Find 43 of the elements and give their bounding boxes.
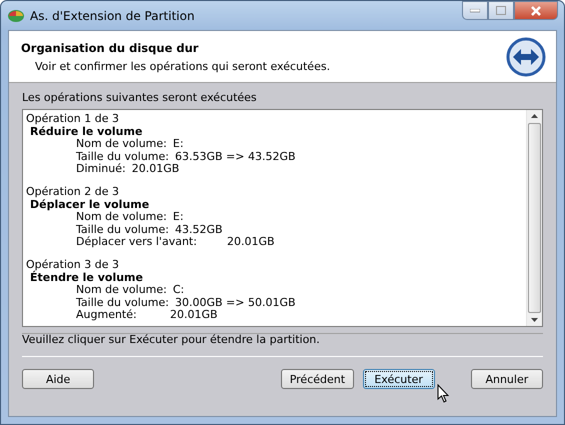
- detail-label: Nom de volume:: [76, 138, 167, 151]
- detail-value: 63.53GB => 43.52GB: [174, 150, 296, 164]
- header-subtitle: Voir et confirmer les opérations qui seront exécutées.: [34, 60, 332, 72]
- operation-title: Réduire le volume: [29, 126, 144, 138]
- detail-label: Déplacer vers l'avant:: [76, 236, 198, 249]
- scrollbar[interactable]: [526, 110, 542, 326]
- detail-label: Nom de volume:: [76, 211, 167, 224]
- operation-title: Étendre le volume: [29, 272, 144, 284]
- detail-value: E:: [172, 138, 184, 151]
- close-button[interactable]: [514, 1, 558, 20]
- detail-value: 20.01GB: [227, 236, 275, 249]
- disk-icon: [7, 8, 25, 24]
- operation-counter: Opération 1 de 3: [26, 113, 120, 126]
- dialog-button[interactable]: Exécuter: [362, 369, 435, 389]
- list-label: Les opérations suivantes seront exécutées: [22, 91, 258, 104]
- detail-value: E:: [172, 211, 184, 224]
- detail-label: Taille du volume:: [76, 296, 169, 309]
- detail-value: 20.01GB: [132, 163, 180, 176]
- close-icon: [530, 6, 542, 16]
- dialog-button[interactable]: Annuler: [470, 369, 543, 389]
- operation-counter: Opération 2 de 3: [26, 186, 120, 199]
- detail-label: Diminué:: [76, 163, 126, 176]
- window-title: As. d'Extension de Partition: [30, 8, 195, 22]
- operation-counter: Opération 3 de 3: [26, 258, 120, 271]
- detail-label: Taille du volume:: [76, 224, 169, 236]
- hint-text: Veuillez cliquer sur Exécuter pour étendre la partition.: [22, 333, 543, 357]
- detail-value: 43.52GB: [174, 224, 223, 236]
- detail-value: C:: [172, 284, 184, 297]
- dialog-button[interactable]: Précédent: [281, 369, 354, 389]
- minimize-button[interactable]: [462, 1, 488, 20]
- dialog-button[interactable]: Aide: [22, 369, 94, 389]
- header-title: Organisation du disque dur: [21, 40, 200, 54]
- operation-title: Déplacer le volume: [29, 198, 150, 212]
- maximize-button[interactable]: [488, 1, 514, 20]
- detail-label: Augmenté:: [76, 309, 138, 322]
- detail-label: Nom de volume:: [76, 284, 167, 297]
- maximize-icon: [496, 6, 506, 15]
- scrollbar-thumb[interactable]: [528, 123, 541, 313]
- cursor-icon: [437, 384, 450, 404]
- detail-value: 30.00GB => 50.01GB: [174, 296, 296, 310]
- detail-label: Taille du volume:: [76, 150, 169, 163]
- minimize-icon: [470, 8, 480, 12]
- detail-value: 20.01GB: [170, 309, 218, 322]
